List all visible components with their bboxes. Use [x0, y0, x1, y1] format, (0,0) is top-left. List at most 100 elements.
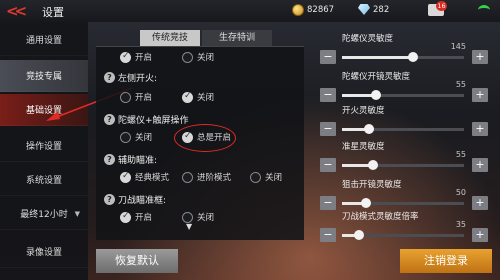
option-label: 关闭	[197, 213, 215, 223]
plus-button[interactable]: +	[472, 196, 488, 210]
gem-balance: 282	[358, 4, 389, 15]
help-icon[interactable]: ?	[104, 154, 115, 165]
option-advanced[interactable]: 进阶模式	[182, 171, 231, 183]
help-icon[interactable]: ?	[104, 194, 115, 205]
tab-traditional[interactable]: 传统竞技	[140, 30, 200, 46]
option-label: 开启	[135, 53, 153, 63]
sidebar-item-label: 通用设置	[25, 36, 62, 46]
minus-button[interactable]: −	[320, 196, 336, 210]
slider-track[interactable]	[342, 90, 464, 100]
top-bar: << 设置 82867 282 16	[0, 0, 500, 22]
slider-row: 陀螺仪开镜灵敏度 55 − +	[318, 70, 488, 104]
slider-row: 刀战模式灵敏度倍率 35 − +	[318, 210, 488, 244]
slider-value: 55	[455, 150, 466, 159]
radio-icon	[182, 211, 193, 223]
setting-title: ? 刀战瞄准框:	[104, 193, 166, 206]
coin-balance: 82867	[292, 4, 334, 16]
plus-button[interactable]: +	[472, 50, 488, 64]
coin-icon	[292, 4, 304, 16]
sidebar: 通用设置 竞技专属 基础设置 操作设置 系统设置 最终12小时 ▼ 录像设置	[0, 22, 88, 280]
reset-default-button[interactable]: 恢复默认	[96, 249, 178, 273]
slider-label: 狙击开镜灵敏度	[342, 180, 402, 190]
sidebar-item-label: 最终12小时	[20, 210, 68, 220]
wifi-signal-icon	[478, 5, 490, 15]
slider-fill	[342, 56, 413, 59]
minus-button[interactable]: −	[320, 50, 336, 64]
slider-track[interactable]	[342, 198, 464, 208]
option-off[interactable]: 关闭	[182, 51, 214, 63]
radio-checked-icon	[182, 91, 193, 103]
plus-button[interactable]: +	[472, 228, 488, 242]
slider-row: 陀螺仪灵敏度 145 − +	[318, 32, 488, 66]
slider-knob[interactable]	[407, 52, 418, 62]
slider-value: 145	[450, 42, 466, 51]
option-classic[interactable]: 经典模式	[120, 171, 169, 183]
scroll-down-icon[interactable]: ▼	[186, 222, 192, 231]
setting-label: 刀战瞄准框:	[118, 196, 167, 206]
radio-icon	[182, 51, 193, 63]
option-label: 关闭	[197, 53, 215, 63]
option-on[interactable]: 开启	[120, 91, 152, 103]
slider-value: 50	[455, 188, 466, 197]
plus-button[interactable]: +	[472, 88, 488, 102]
slider-label: 准星灵敏度	[342, 142, 385, 152]
slider-label: 刀战模式灵敏度倍率	[342, 212, 419, 222]
slider-knob[interactable]	[371, 90, 382, 100]
option-on[interactable]: 开启	[120, 211, 152, 223]
sidebar-item-label: 竞技专属	[25, 72, 62, 82]
tab-survival[interactable]: 生存特训	[202, 30, 272, 46]
sidebar-item-label: 系统设置	[25, 176, 62, 186]
minus-button[interactable]: −	[320, 158, 336, 172]
slider-knob[interactable]	[354, 230, 365, 240]
setting-label: 左侧开火:	[118, 74, 158, 84]
slider-value: 55	[455, 80, 466, 89]
setting-label: 陀螺仪+触屏操作	[118, 116, 189, 126]
slider-track[interactable]	[342, 52, 464, 62]
minus-button[interactable]: −	[320, 228, 336, 242]
option-label: 开启	[135, 213, 153, 223]
sidebar-item-label: 录像设置	[25, 248, 62, 258]
chevron-down-icon: ▼	[74, 209, 80, 218]
radio-checked-icon	[120, 51, 131, 63]
sidebar-item-final12h[interactable]: 最终12小时 ▼	[0, 198, 88, 230]
slider-track[interactable]	[342, 160, 464, 170]
radio-icon	[120, 91, 131, 103]
plus-button[interactable]: +	[472, 158, 488, 172]
slider-knob[interactable]	[367, 160, 378, 170]
slider-row: 狙击开镜灵敏度 50 − +	[318, 178, 488, 212]
annotation-circle	[174, 124, 236, 152]
radio-checked-icon	[120, 211, 131, 223]
sidebar-item-replay[interactable]: 录像设置	[0, 236, 88, 268]
sidebar-item-general[interactable]: 通用设置	[0, 24, 88, 56]
slider-value: 35	[455, 220, 466, 229]
slider-knob[interactable]	[363, 124, 374, 134]
slider-row: 开火灵敏度 − +	[318, 104, 488, 138]
option-off[interactable]: 关闭	[250, 171, 282, 183]
slider-track[interactable]	[342, 124, 464, 134]
slider-label: 陀螺仪灵敏度	[342, 34, 394, 44]
option-label: 经典模式	[135, 173, 170, 183]
option-off[interactable]: 关闭	[182, 91, 214, 103]
option-label: 关闭	[197, 93, 215, 103]
option-off[interactable]: 关闭	[120, 131, 152, 143]
slider-track[interactable]	[342, 230, 464, 240]
slider-knob[interactable]	[361, 198, 372, 208]
minus-button[interactable]: −	[320, 122, 336, 136]
plus-button[interactable]: +	[472, 122, 488, 136]
slider-row: 准星灵敏度 55 − +	[318, 140, 488, 174]
option-label: 关闭	[265, 173, 283, 183]
gem-amount: 282	[373, 4, 390, 15]
back-arrow-icon[interactable]: <<	[6, 3, 28, 19]
help-icon[interactable]: ?	[104, 114, 115, 125]
help-icon[interactable]: ?	[104, 72, 115, 83]
logout-button[interactable]: 注销登录	[400, 249, 492, 273]
diamond-icon	[358, 4, 370, 15]
setting-title: ? 辅助瞄准:	[104, 153, 157, 166]
slider-label: 开火灵敏度	[342, 106, 385, 116]
page-title: 设置	[42, 6, 64, 19]
option-on[interactable]: 开启	[120, 51, 152, 63]
minus-button[interactable]: −	[320, 88, 336, 102]
sidebar-item-system[interactable]: 系统设置	[0, 164, 88, 196]
radio-icon	[250, 171, 261, 183]
sidebar-item-controls[interactable]: 操作设置	[0, 130, 88, 162]
